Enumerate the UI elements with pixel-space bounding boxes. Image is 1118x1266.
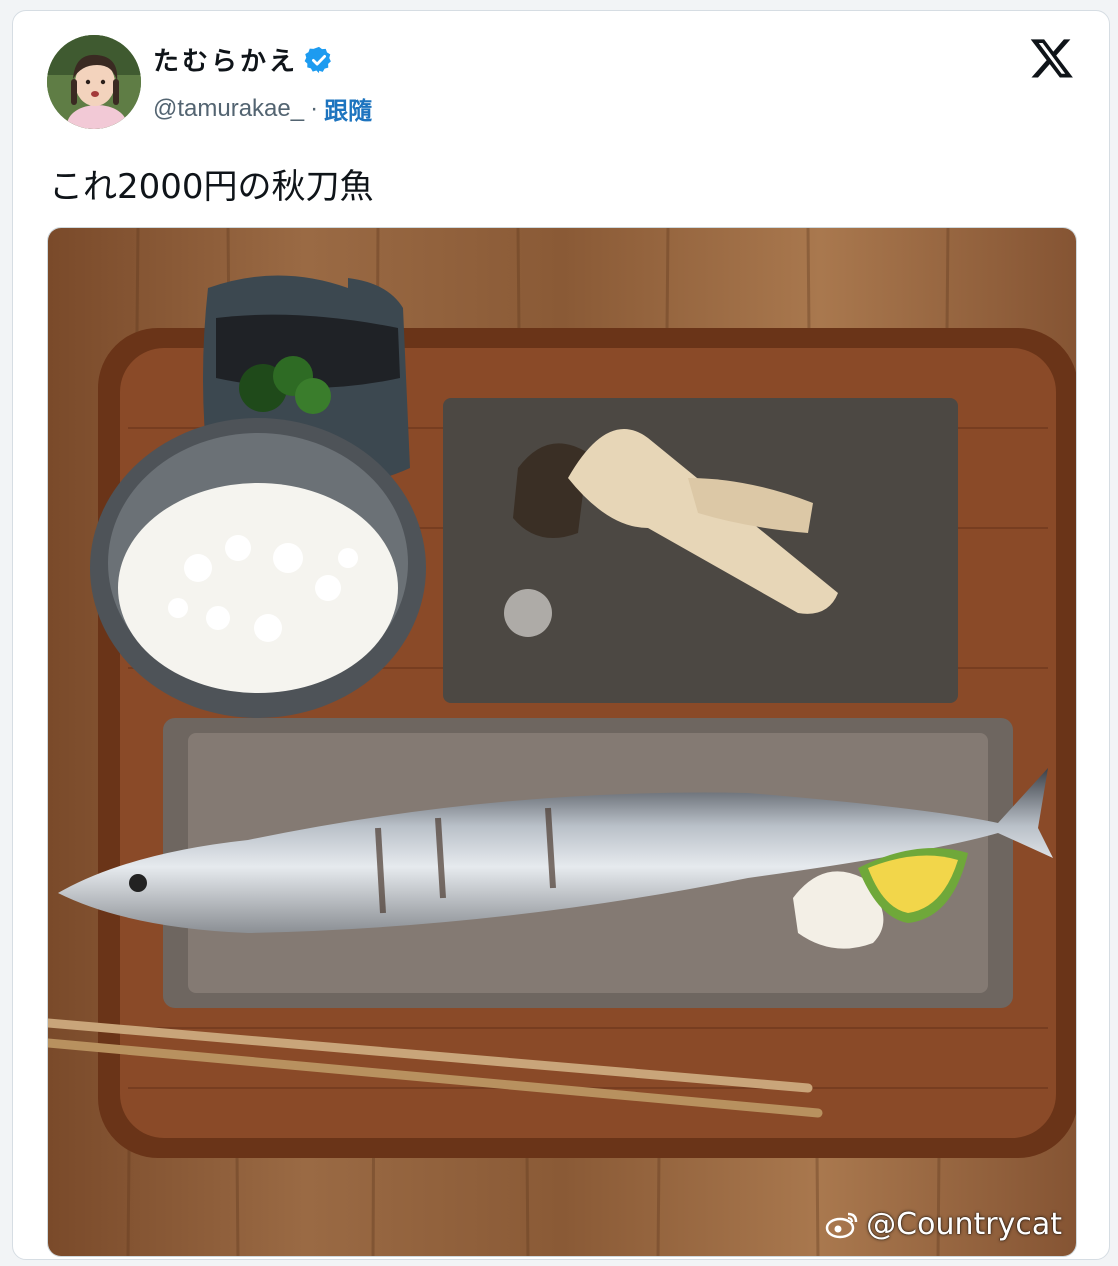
handle[interactable]: @tamurakae_ <box>153 95 304 123</box>
watermark: @Countrycat <box>824 1207 1062 1242</box>
display-name-row[interactable]: たむらかえ <box>153 41 334 78</box>
display-name[interactable]: たむらかえ <box>153 41 298 78</box>
x-logo-icon[interactable] <box>1029 35 1075 81</box>
tweet-photo[interactable]: @Countrycat <box>47 227 1077 1257</box>
handle-row: @tamurakae_ · 跟隨 <box>153 91 372 126</box>
tweet-text: これ2000円の秋刀魚 <box>49 167 374 207</box>
watermark-text: @Countrycat <box>866 1207 1062 1242</box>
verified-badge-icon <box>304 45 334 75</box>
weibo-icon <box>824 1210 860 1240</box>
follow-button[interactable]: 跟隨 <box>324 91 372 126</box>
separator: · <box>310 94 319 122</box>
avatar[interactable] <box>47 35 141 129</box>
tweet-card: たむらかえ @tamurakae_ · 跟隨 これ2000円の秋刀魚 @Coun… <box>12 10 1110 1260</box>
